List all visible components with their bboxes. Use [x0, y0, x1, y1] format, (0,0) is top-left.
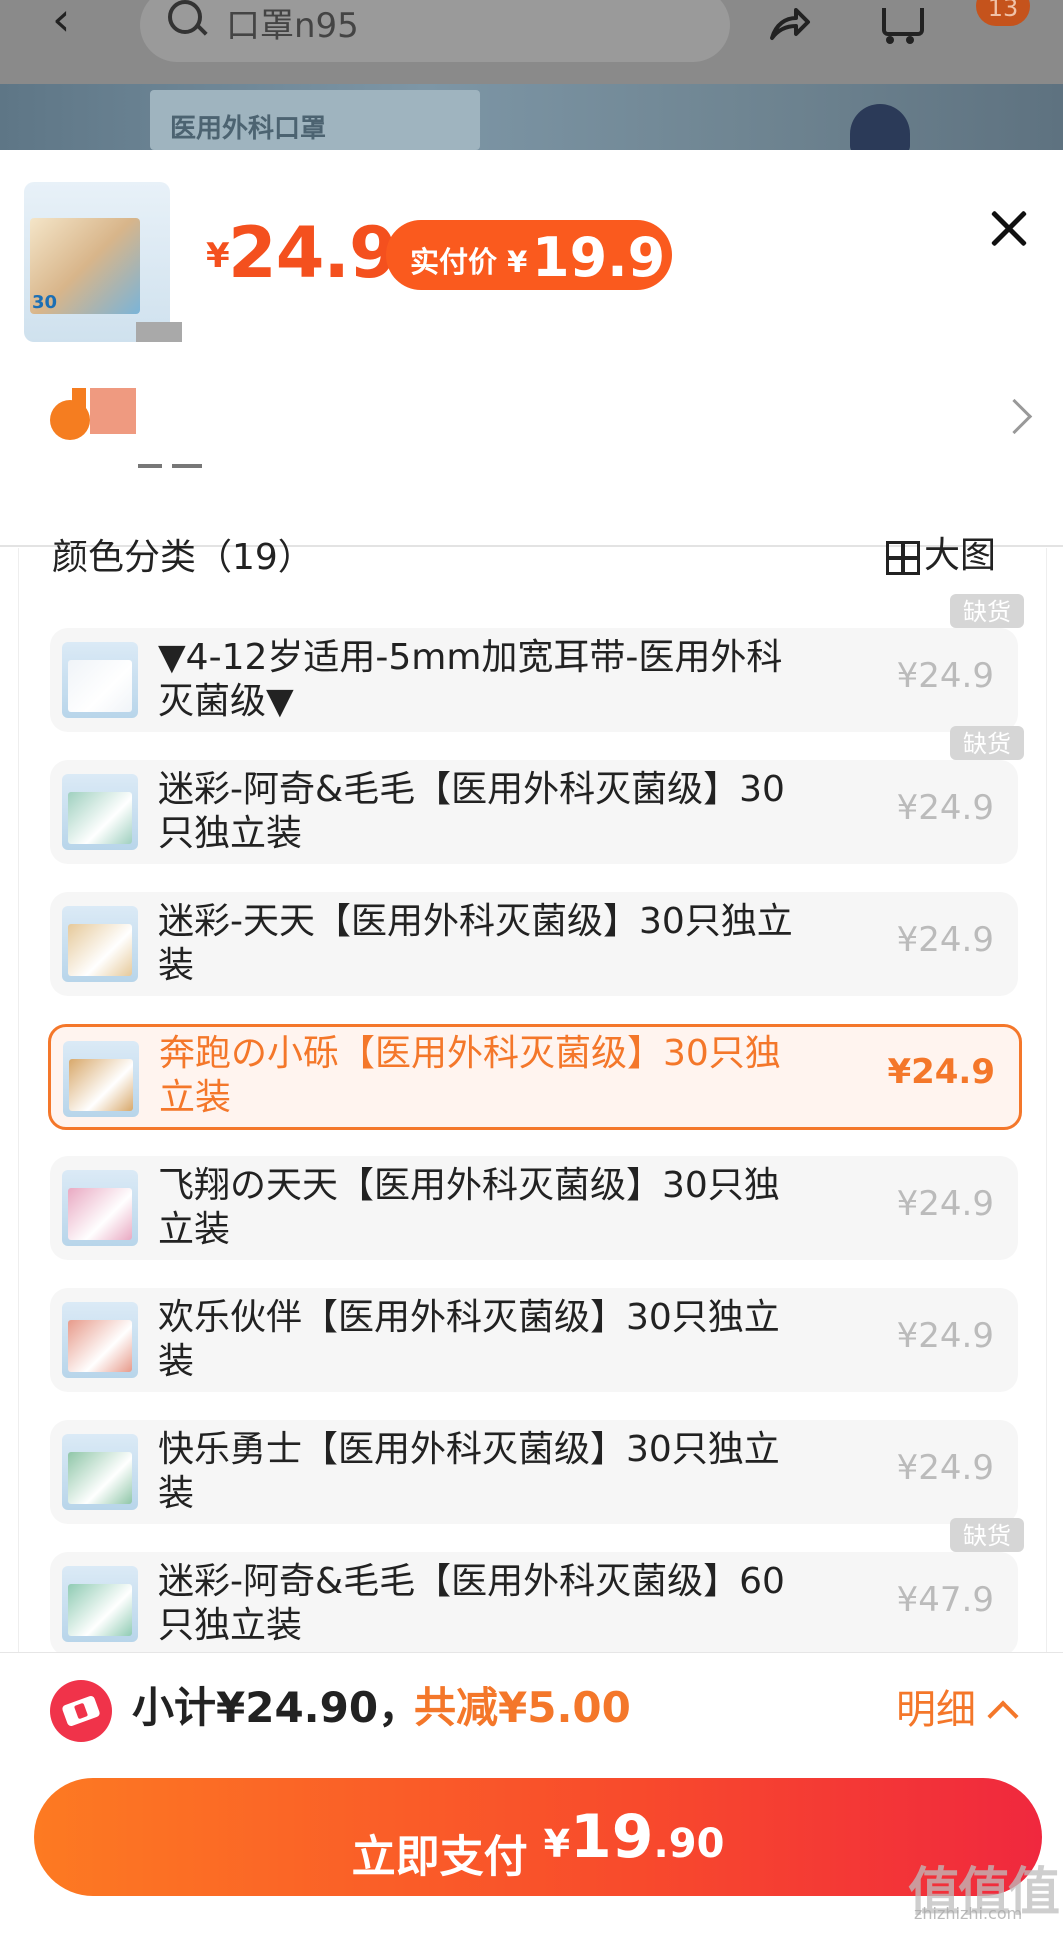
sku-option-thumbnail — [62, 906, 138, 982]
sku-option-thumbnail — [62, 642, 138, 718]
banner-text: 医用外科口罩 — [170, 114, 327, 144]
back-icon[interactable]: ‹ — [52, 0, 92, 42]
grid-icon — [886, 541, 920, 575]
product-price: 24.9 — [228, 212, 398, 294]
address-subtext-redacted — [138, 458, 208, 480]
thumbnail-count-text: 30 — [32, 292, 58, 313]
sku-option-thumbnail — [63, 1041, 139, 1117]
chevron-up-icon — [987, 1700, 1019, 1732]
paid-price-symbol: ¥ — [507, 245, 528, 279]
paid-price-label: 实付价 — [410, 245, 498, 279]
sku-option-price: ¥24.9 — [896, 1316, 994, 1356]
sku-option-label: 快乐勇士【医用外科灭菌级】30只独立装 — [158, 1429, 780, 1514]
sku-option-price: ¥24.9 — [896, 1448, 994, 1488]
out-of-stock-badge: 缺货 — [950, 1518, 1024, 1552]
search-icon — [168, 0, 202, 34]
mascot-image — [850, 104, 910, 150]
sku-option[interactable]: ▼4-12岁适用-5mm加宽耳带-医用外科灭菌级▼ ¥24.9 — [50, 628, 1018, 732]
paid-price-value: 19.9 — [532, 226, 666, 289]
pay-button-decimal: .90 — [653, 1821, 725, 1867]
pay-now-button[interactable]: 立即支付 ¥19.90 — [34, 1778, 1042, 1896]
paid-price-badge: 实付价 ¥ 19.9 — [386, 220, 672, 290]
sku-option[interactable]: 欢乐伙伴【医用外科灭菌级】30只独立装 ¥24.9 — [50, 1288, 1018, 1392]
sku-option[interactable]: 迷彩-天天【医用外科灭菌级】30只独立装 ¥24.9 — [50, 892, 1018, 996]
subtotal-text: 小计¥24.90， — [132, 1683, 421, 1732]
share-icon[interactable] — [768, 4, 810, 44]
coupon-icon — [50, 1680, 112, 1742]
sku-option-label: 飞翔の天天【医用外科灭菌级】30只独立装 — [158, 1165, 780, 1250]
sku-option[interactable]: 迷彩-阿奇&毛毛【医用外科灭菌级】30只独立装 ¥24.9 — [50, 760, 1018, 864]
sku-option[interactable]: 迷彩-阿奇&毛毛【医用外科灭菌级】60只独立装 ¥47.9 — [50, 1552, 1018, 1656]
sku-option-label: 奔跑の小砾【医用外科灭菌级】30只独立装 — [159, 1033, 781, 1118]
discount-text: 共减¥5.00 — [414, 1683, 631, 1732]
watermark-url: zhizhizhi.com — [914, 1904, 1023, 1923]
sku-option-label: 迷彩-阿奇&毛毛【医用外科灭菌级】30只独立装 — [158, 769, 785, 854]
pay-button-symbol: ¥ — [543, 1822, 571, 1866]
price-symbol: ¥ — [206, 236, 230, 276]
detail-label: 明细 — [896, 1687, 976, 1733]
big-image-toggle[interactable]: 大图 — [886, 532, 996, 576]
sku-option-price: ¥47.9 — [896, 1580, 994, 1620]
sku-option-price: ¥24.9 — [887, 1052, 995, 1092]
sku-option-price: ¥24.9 — [896, 656, 994, 696]
out-of-stock-badge: 缺货 — [950, 726, 1024, 760]
address-redacted — [90, 388, 136, 434]
pay-button-label: 立即支付 — [351, 1831, 528, 1883]
sku-option[interactable]: 奔跑の小砾【医用外科灭菌级】30只独立装 ¥24.9 — [48, 1024, 1022, 1130]
sku-option-thumbnail — [62, 1566, 138, 1642]
product-banner: 医用外科口罩 — [0, 84, 1063, 150]
section-title: 颜色分类（19） — [52, 537, 314, 578]
product-thumbnail[interactable]: 30 — [24, 182, 170, 342]
thumbnail-overlay — [136, 322, 182, 342]
sku-option-thumbnail — [62, 1170, 138, 1246]
big-image-label: 大图 — [924, 535, 997, 576]
search-input[interactable]: 口罩n95 — [226, 0, 359, 47]
sku-option-thumbnail — [62, 1302, 138, 1378]
sku-option[interactable]: 快乐勇士【医用外科灭菌级】30只独立装 ¥24.9 — [50, 1420, 1018, 1524]
cart-icon[interactable] — [878, 2, 924, 44]
sku-option[interactable]: 飞翔の天天【医用外科灭菌级】30只独立装 ¥24.9 — [50, 1156, 1018, 1260]
sku-option-price: ¥24.9 — [896, 1184, 994, 1224]
sku-option-price: ¥24.9 — [896, 920, 994, 960]
sku-option-thumbnail — [62, 774, 138, 850]
sku-option-price: ¥24.9 — [896, 788, 994, 828]
sku-option-label: ▼4-12岁适用-5mm加宽耳带-医用外科灭菌级▼ — [158, 637, 783, 722]
sku-option-label: 欢乐伙伴【医用外科灭菌级】30只独立装 — [158, 1297, 780, 1382]
sku-option-thumbnail — [62, 1434, 138, 1510]
sku-option-label: 迷彩-阿奇&毛毛【医用外科灭菌级】60只独立装 — [158, 1561, 785, 1646]
close-icon[interactable] — [990, 210, 1026, 246]
detail-toggle[interactable]: 明细 — [896, 1682, 1019, 1738]
search-bar[interactable]: 口罩n95 — [140, 0, 730, 62]
sku-option-label: 迷彩-天天【医用外科灭菌级】30只独立装 — [158, 901, 793, 986]
out-of-stock-badge: 缺货 — [950, 594, 1024, 628]
pay-button-amount: 19 — [570, 1802, 654, 1872]
